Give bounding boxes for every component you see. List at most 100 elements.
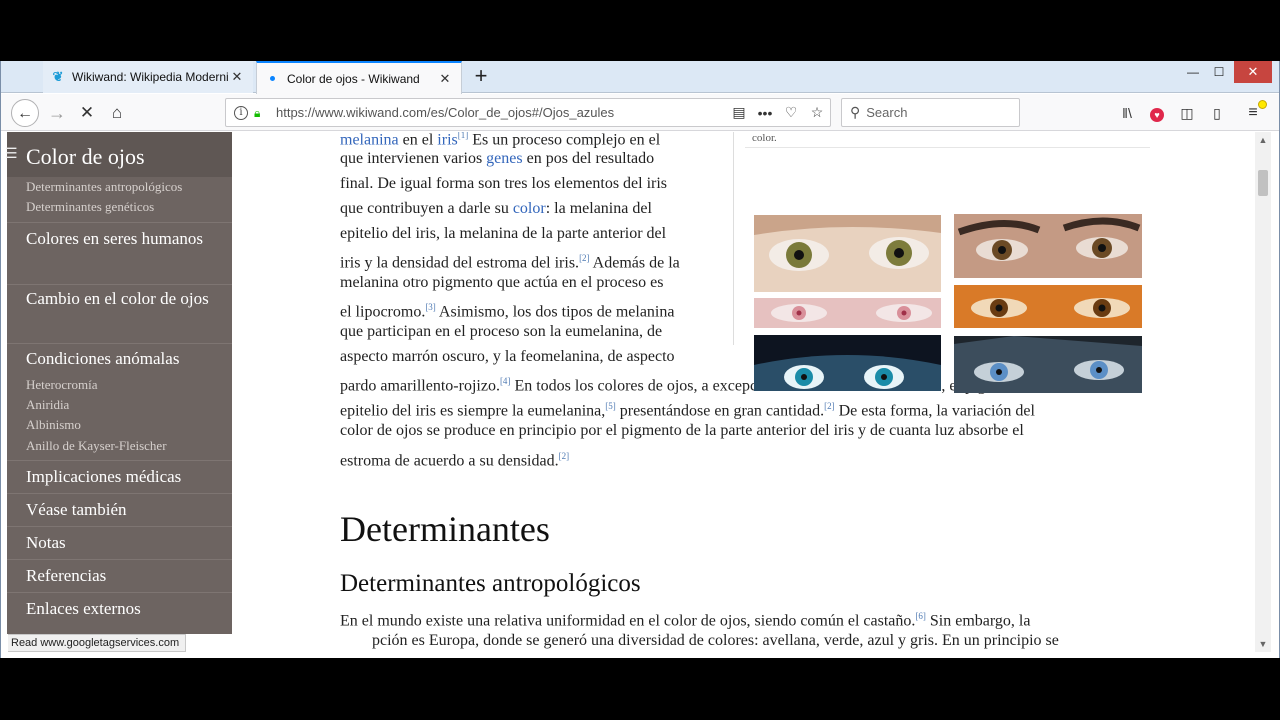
close-window-button[interactable]: ✕ — [1234, 61, 1272, 83]
text: el lipocromo. — [340, 303, 426, 321]
divider — [7, 222, 232, 223]
reference-link[interactable]: [5] — [605, 401, 616, 411]
link-iris[interactable]: iris — [437, 132, 457, 148]
library-icon[interactable]: ‖\ — [1117, 103, 1137, 123]
paragraph-line: aspecto marrón oscuro, y la feomelanina,… — [340, 348, 675, 365]
close-tab-icon[interactable]: ✕ — [229, 69, 245, 85]
toc-header: ☰ Color de ojos — [5, 132, 232, 177]
scroll-down-icon[interactable]: ▼ — [1255, 636, 1271, 652]
figure-caption: color. — [752, 132, 777, 144]
text: epitelio del iris es siempre la eumelani… — [340, 402, 606, 420]
eye-photo-cyan[interactable] — [754, 335, 941, 391]
eye-photo-green[interactable] — [754, 215, 941, 292]
toc-subitem[interactable]: Determinantes genéticos — [26, 199, 154, 215]
toc-item-colores[interactable]: Colores en seres humanos — [26, 225, 226, 252]
search-input[interactable]: ⚲ Search — [841, 98, 1020, 127]
page-actions-icon[interactable]: ••• — [752, 105, 778, 121]
forward-button[interactable]: → — [43, 99, 71, 127]
scroll-thumb[interactable] — [1258, 170, 1268, 196]
reader-view-icon[interactable]: ▤ — [726, 104, 752, 121]
toc-subitem[interactable]: Aniridia — [26, 397, 69, 413]
reference-link[interactable]: [3] — [425, 302, 436, 312]
divider — [7, 559, 232, 560]
paragraph-line: pción es Europa, donde se generó una div… — [372, 632, 1059, 649]
toc-subitem[interactable]: Albinismo — [26, 417, 81, 433]
paragraph-line: que intervienen varios genes en pos del … — [340, 147, 654, 171]
toc-item-implicaciones[interactable]: Implicaciones médicas — [26, 463, 226, 490]
loading-favicon-icon — [265, 72, 279, 86]
url-text[interactable]: https://www.wikiwand.com/es/Color_de_ojo… — [276, 105, 726, 120]
back-button[interactable]: ← — [11, 99, 39, 127]
divider — [7, 526, 232, 527]
toc-menu-icon[interactable]: ☰ — [5, 146, 18, 163]
text: en pos del resultado — [522, 150, 655, 167]
toc-item-referencias[interactable]: Referencias — [26, 562, 226, 589]
vertical-scrollbar[interactable]: ▲ ▼ — [1255, 132, 1271, 652]
section-heading: Determinantes — [340, 509, 550, 549]
toc-item-notas[interactable]: Notas — [26, 529, 226, 556]
text: Es un proceso complejo en el — [468, 132, 661, 149]
link-genes[interactable]: genes — [486, 150, 522, 167]
browser-window: ❦ Wikiwand: Wikipedia Moderniz ✕ Color d… — [0, 61, 1280, 658]
pocket-icon[interactable]: ♡ — [778, 104, 804, 121]
eye-photo-brown[interactable] — [954, 285, 1142, 328]
paragraph-line: final. De igual forma son tres los eleme… — [340, 175, 668, 192]
toc-item-enlaces[interactable]: Enlaces externos — [26, 595, 226, 622]
close-tab-icon[interactable]: ✕ — [437, 71, 453, 87]
eye-photo-hazel[interactable] — [954, 214, 1142, 278]
text: presentándose en gran cantidad. — [615, 402, 825, 420]
stop-button[interactable]: ✕ — [73, 99, 101, 127]
text: en el — [398, 132, 438, 149]
bookmark-star-icon[interactable]: ☆ — [804, 104, 830, 121]
reference-link[interactable]: [1] — [458, 132, 469, 140]
text: Sin embargo, la — [925, 612, 1031, 630]
eye-photo-albino[interactable] — [754, 298, 941, 328]
navigation-toolbar: ← → ✕ ⌂ i 🔒︎ https://www.wikiwand.com/es… — [1, 94, 1279, 131]
tab-bar: ❦ Wikiwand: Wikipedia Moderniz ✕ Color d… — [1, 61, 1279, 94]
link-melanina[interactable]: melanina — [340, 132, 399, 148]
tab-title: Wikiwand: Wikipedia Moderniz — [72, 70, 229, 84]
toc-subitem[interactable]: Heterocromía — [26, 377, 97, 393]
tab-color-de-ojos[interactable]: Color de ojos - Wikiwand ✕ — [256, 61, 462, 94]
reference-link[interactable]: [2] — [559, 451, 570, 461]
toc-item-vease[interactable]: Véase también — [26, 496, 226, 523]
toc-title[interactable]: Color de ojos — [26, 144, 145, 170]
divider — [733, 132, 734, 345]
reference-link[interactable]: [2] — [824, 401, 835, 411]
search-placeholder: Search — [866, 105, 908, 120]
pocket-save-icon[interactable]: ♥ — [1147, 103, 1167, 123]
screenshot-icon[interactable]: ▯ — [1207, 103, 1227, 123]
search-icon: ⚲ — [850, 104, 861, 120]
home-button[interactable]: ⌂ — [103, 99, 131, 127]
info-icon[interactable]: i — [234, 105, 248, 120]
reference-link[interactable]: [2] — [579, 253, 590, 263]
url-bar[interactable]: i 🔒︎ https://www.wikiwand.com/es/Color_d… — [225, 98, 831, 127]
lock-icon[interactable]: 🔒︎ — [254, 106, 268, 120]
new-tab-button[interactable]: + — [469, 65, 493, 89]
text: estroma de acuerdo a su densidad. — [340, 452, 559, 470]
sidebar-toggle-icon[interactable]: ◫ — [1177, 103, 1197, 123]
divider — [7, 343, 232, 344]
scroll-up-icon[interactable]: ▲ — [1255, 132, 1271, 148]
eye-photo-blue[interactable] — [954, 336, 1142, 393]
text: De esta forma, la variación del — [834, 402, 1035, 420]
paragraph-line: color de ojos se produce en principio po… — [340, 422, 1024, 439]
toc-subitem[interactable]: Anillo de Kayser-Fleischer — [26, 438, 167, 454]
toc-item-condiciones[interactable]: Condiciones anómalas — [26, 345, 226, 372]
paragraph-line: que contribuyen a darle su color: la mel… — [340, 197, 652, 221]
table-of-contents: ☰ Color de ojos Determinantes antropológ… — [5, 132, 232, 634]
text: iris y la densidad del estroma del iris. — [340, 254, 580, 272]
tab-title: Color de ojos - Wikiwand — [287, 71, 420, 86]
paragraph-line: estroma de acuerdo a su densidad.[2] — [340, 444, 569, 473]
toc-item-cambio[interactable]: Cambio en el color de ojos — [26, 285, 226, 312]
tab-wikiwand-home[interactable]: ❦ Wikiwand: Wikipedia Moderniz ✕ — [43, 61, 253, 93]
reference-link[interactable]: [6] — [915, 611, 926, 621]
text: Asimismo, los dos tipos de melanina — [435, 303, 675, 321]
maximize-button[interactable]: ☐ — [1207, 61, 1231, 83]
reference-link[interactable]: [4] — [500, 376, 511, 386]
toc-subitem[interactable]: Determinantes antropológicos — [26, 179, 182, 195]
minimize-button[interactable]: — — [1181, 61, 1205, 83]
update-badge-icon — [1258, 100, 1267, 109]
link-color[interactable]: color — [513, 200, 546, 217]
status-bar: Read www.googletagservices.com — [8, 634, 187, 652]
